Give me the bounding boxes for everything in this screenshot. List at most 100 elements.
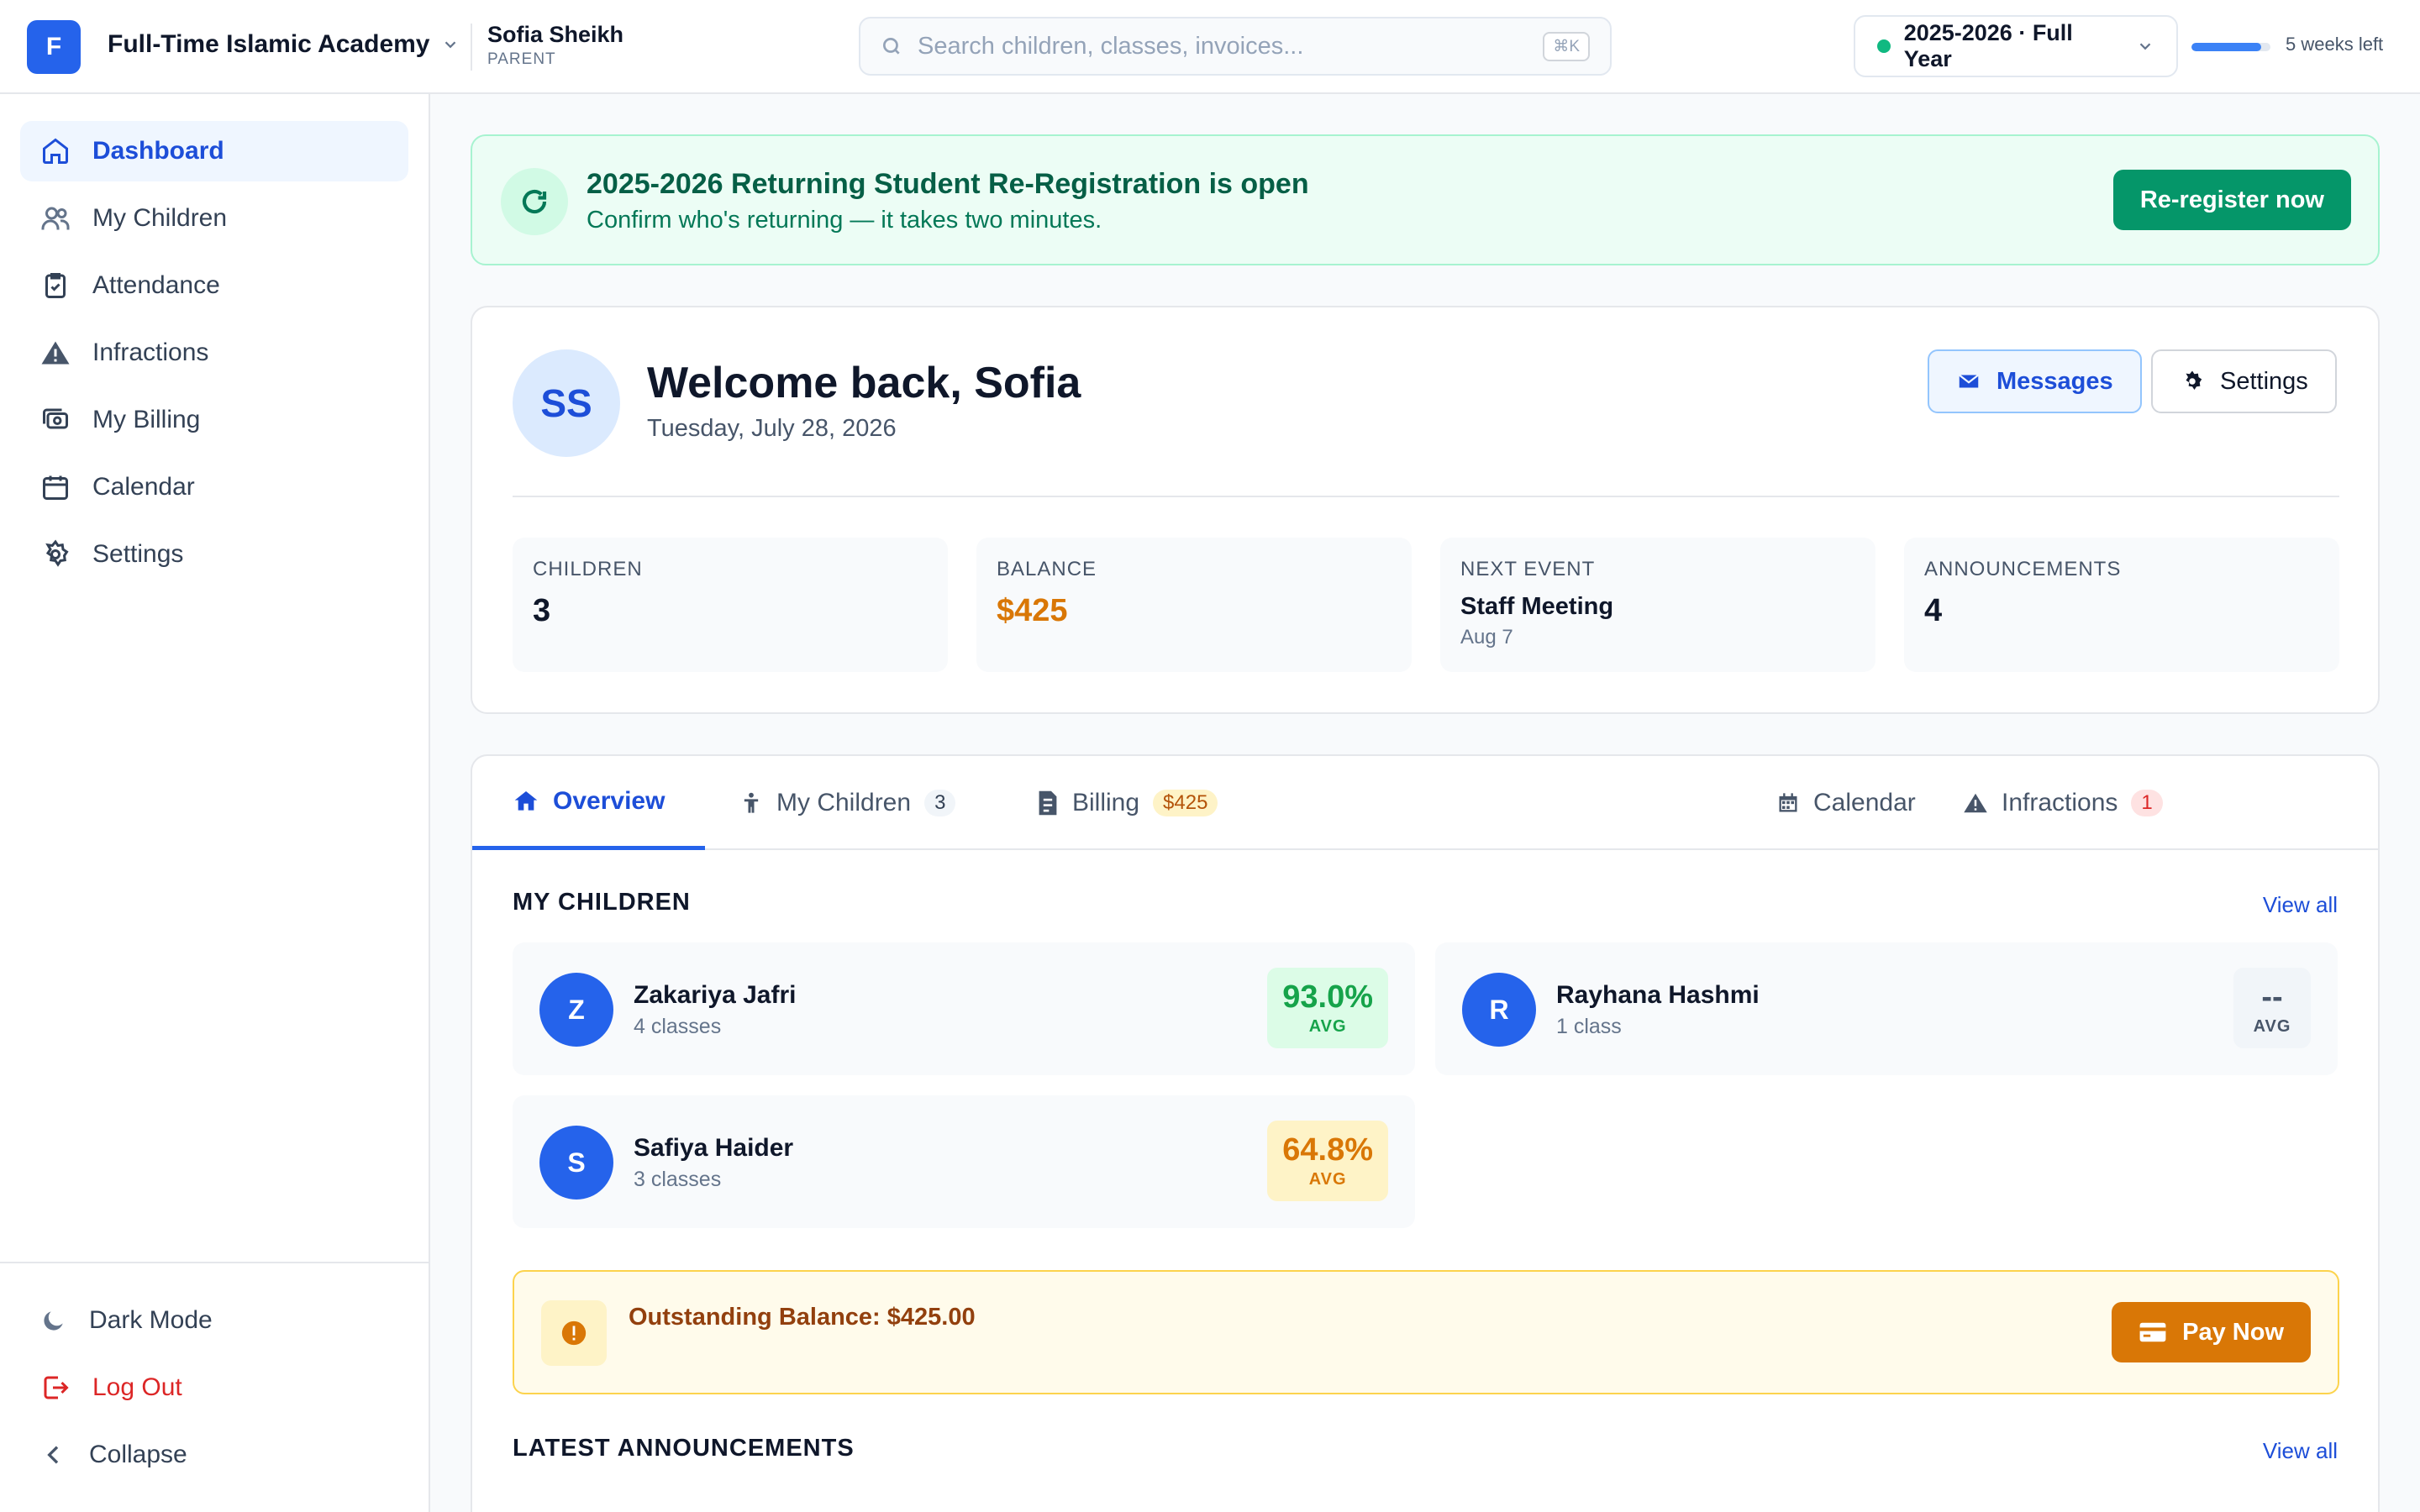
pay-now-button[interactable]: Pay Now bbox=[2112, 1302, 2311, 1362]
average-label: AVG bbox=[1308, 1170, 1347, 1189]
search-input[interactable]: Search children, classes, invoices... ⌘K bbox=[859, 17, 1612, 76]
sidebar-item-my-billing[interactable]: My Billing bbox=[20, 390, 408, 450]
refresh-icon bbox=[501, 168, 568, 235]
org-switcher[interactable]: Full-Time Islamic Academy bbox=[108, 30, 460, 59]
dark-mode-label: Dark Mode bbox=[89, 1306, 213, 1334]
org-logo[interactable]: F bbox=[27, 20, 81, 74]
calendar-icon bbox=[40, 472, 71, 502]
sidebar: Dashboard My Children Attendance Infract… bbox=[0, 94, 430, 1512]
view-all-children-link[interactable]: View all bbox=[2263, 892, 2338, 918]
average-value: 64.8% bbox=[1282, 1132, 1373, 1168]
envelope-icon bbox=[1956, 369, 1981, 394]
tab-my-children[interactable]: My Children 3 bbox=[699, 756, 996, 850]
top-bar: F Full-Time Islamic Academy Sofia Sheikh… bbox=[0, 0, 2420, 94]
school-year-label: 2025-2026 · Full Year bbox=[1903, 20, 2073, 71]
stat-balance: BALANCE $425 bbox=[976, 538, 1412, 672]
search-icon bbox=[881, 35, 902, 57]
average-value: -- bbox=[2261, 979, 2283, 1015]
pay-now-label: Pay Now bbox=[2182, 1318, 2284, 1346]
average-badge: 93.0% AVG bbox=[1267, 968, 1388, 1048]
dark-mode-toggle[interactable]: Dark Mode bbox=[20, 1290, 408, 1351]
sidebar-item-settings[interactable]: Settings bbox=[20, 524, 408, 585]
collapse-label: Collapse bbox=[89, 1441, 187, 1468]
alert-icon bbox=[541, 1300, 607, 1366]
stat-label: NEXT EVENT bbox=[1460, 558, 1596, 580]
balance-alert-text: Outstanding Balance: $425.00 bbox=[629, 1304, 976, 1331]
child-name: Safiya Haider bbox=[634, 1134, 794, 1162]
logout-label: Log Out bbox=[92, 1373, 182, 1401]
tab-label: My Children bbox=[776, 789, 912, 816]
tab-badge: $425 bbox=[1153, 790, 1218, 816]
view-all-announcements-link[interactable]: View all bbox=[2263, 1438, 2338, 1464]
sidebar-item-my-children[interactable]: My Children bbox=[20, 188, 408, 249]
avatar: S bbox=[539, 1126, 613, 1200]
sidebar-item-infractions[interactable]: Infractions bbox=[20, 323, 408, 383]
average-badge: 64.8% AVG bbox=[1267, 1121, 1388, 1201]
settings-label: Settings bbox=[2220, 367, 2308, 395]
average-label: AVG bbox=[1308, 1017, 1347, 1036]
welcome-divider bbox=[513, 496, 2339, 497]
collapse-sidebar-button[interactable]: Collapse bbox=[20, 1425, 408, 1485]
stat-value: 3 bbox=[533, 593, 551, 628]
avatar: Z bbox=[539, 973, 613, 1047]
banner-subtitle: Confirm who's returning — it takes two m… bbox=[587, 207, 1102, 234]
next-event-title: Staff Meeting bbox=[1460, 593, 1614, 620]
logout-icon bbox=[40, 1373, 71, 1403]
child-name: Rayhana Hashmi bbox=[1556, 981, 1760, 1009]
tab-infractions[interactable]: Infractions 1 bbox=[1923, 756, 2203, 850]
weeks-left: 5 weeks left bbox=[2286, 34, 2384, 55]
child-name: Zakariya Jafri bbox=[634, 981, 797, 1009]
home-icon bbox=[40, 136, 71, 166]
calendar-icon bbox=[1776, 790, 1800, 816]
child-classes: 3 classes bbox=[634, 1168, 722, 1191]
chevron-down-icon bbox=[2136, 37, 2154, 55]
current-date: Tuesday, July 28, 2026 bbox=[647, 415, 897, 442]
logout-button[interactable]: Log Out bbox=[20, 1357, 408, 1418]
child-classes: 4 classes bbox=[634, 1015, 722, 1038]
section-title-my-children: MY CHILDREN bbox=[513, 889, 691, 916]
tab-label: Billing bbox=[1072, 789, 1140, 816]
tab-overview[interactable]: Overview bbox=[472, 756, 706, 850]
term-progress-fill bbox=[2191, 43, 2261, 51]
section-title-announcements: LATEST ANNOUNCEMENTS bbox=[513, 1435, 855, 1462]
next-event-date: Aug 7 bbox=[1460, 626, 1513, 648]
credit-card-icon bbox=[2139, 1320, 2167, 1344]
sidebar-item-label: Calendar bbox=[92, 473, 195, 501]
status-dot-icon bbox=[1877, 39, 1891, 53]
welcome-card: SS Welcome back, Sofia Tuesday, July 28,… bbox=[471, 306, 2380, 714]
stat-label: BALANCE bbox=[997, 558, 1097, 580]
tab-bar: Overview My Children 3 Billing $425 Cale… bbox=[472, 756, 2378, 850]
tab-badge: 3 bbox=[924, 790, 956, 816]
average-label: AVG bbox=[2253, 1017, 2291, 1036]
tab-billing[interactable]: Billing $425 bbox=[997, 756, 1258, 850]
re-register-button[interactable]: Re-register now bbox=[2112, 170, 2351, 230]
sidebar-item-attendance[interactable]: Attendance bbox=[20, 255, 408, 316]
sidebar-item-dashboard[interactable]: Dashboard bbox=[20, 121, 408, 181]
average-value: 93.0% bbox=[1282, 979, 1373, 1015]
sidebar-item-label: Infractions bbox=[92, 339, 209, 366]
stat-value: $425 bbox=[997, 593, 1068, 628]
invoice-icon bbox=[1037, 790, 1059, 816]
child-card-rayhana[interactable]: R Rayhana Hashmi 1 class -- AVG bbox=[1435, 942, 2338, 1075]
stat-label: CHILDREN bbox=[533, 558, 643, 580]
avatar: R bbox=[1462, 973, 1536, 1047]
sidebar-item-label: My Children bbox=[92, 204, 228, 232]
school-year-select[interactable]: 2025-2026 · Full Year bbox=[1854, 15, 2178, 77]
child-card-safiya[interactable]: S Safiya Haider 3 classes 64.8% AVG bbox=[513, 1095, 1415, 1228]
tab-label: Calendar bbox=[1813, 789, 1916, 816]
child-icon bbox=[739, 790, 763, 816]
warning-icon bbox=[40, 338, 71, 368]
sidebar-item-label: Attendance bbox=[92, 271, 220, 299]
stat-children: CHILDREN 3 bbox=[513, 538, 948, 672]
child-card-zakariya[interactable]: Z Zakariya Jafri 4 classes 93.0% AVG bbox=[513, 942, 1415, 1075]
home-icon bbox=[513, 788, 539, 815]
messages-button[interactable]: Messages bbox=[1928, 349, 2142, 413]
sidebar-item-label: Settings bbox=[92, 540, 184, 568]
sidebar-item-calendar[interactable]: Calendar bbox=[20, 457, 408, 517]
settings-button[interactable]: Settings bbox=[2151, 349, 2337, 413]
sidebar-divider bbox=[0, 1262, 429, 1263]
tab-label: Overview bbox=[553, 786, 666, 815]
warning-icon bbox=[1963, 790, 1988, 816]
chevron-down-icon bbox=[441, 35, 460, 54]
search-shortcut: ⌘K bbox=[1543, 31, 1590, 61]
